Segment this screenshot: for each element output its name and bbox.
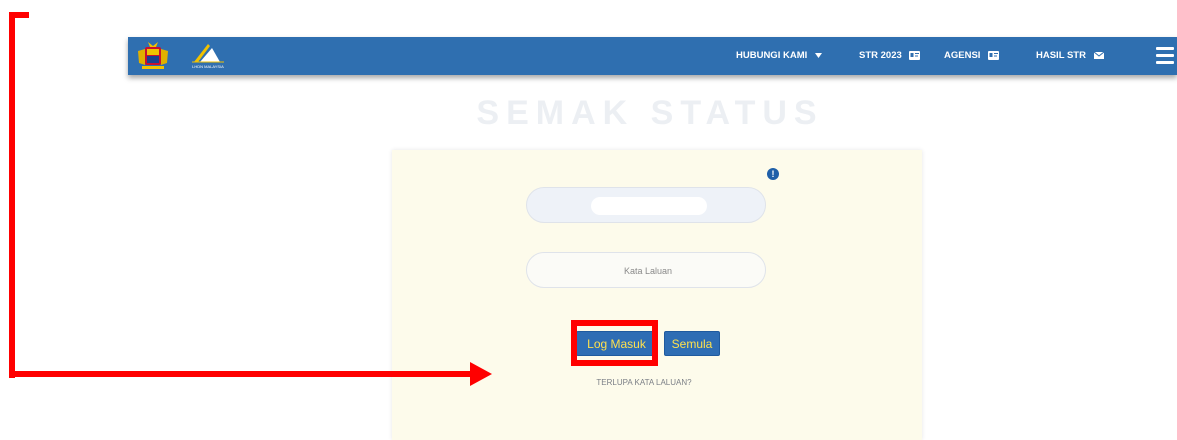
username-field[interactable] [526,187,769,224]
lhdn-logo-text: LHDN MALAYSIA [192,64,224,69]
malaysia-coat-of-arms-logo[interactable] [136,41,170,71]
nav-agensi-label: AGENSI [944,50,981,61]
nav-agensi[interactable]: AGENSI [944,37,1000,75]
info-icon[interactable]: ! [767,168,779,180]
nav-str-2023-label: STR 2023 [859,50,902,61]
top-navbar: LHDN MALAYSIA HUBUNGI KAMI STR 2023 AGEN… [128,37,1177,75]
id-card-icon [988,50,1000,60]
nav-hasil-str[interactable]: HASIL STR [1036,37,1104,75]
annotation-line-horizontal [9,371,474,377]
annotation-highlight-box [571,320,658,366]
page-title: SEMAK STATUS [476,94,824,132]
login-card: ! Log Masuk Semula TERLUPA KATA LALUAN? [392,150,922,440]
forgot-password-link[interactable]: TERLUPA KATA LALUAN? [392,378,896,387]
redacted-username-value [591,197,707,215]
annotation-arrow-head-icon [470,362,492,386]
id-card-icon [909,50,921,60]
reset-button[interactable]: Semula [664,331,720,356]
password-field[interactable] [526,252,769,289]
annotation-line-vertical [9,12,15,378]
annotation-line-top [9,12,29,18]
envelope-icon [1093,51,1104,59]
nav-hubungi-kami-label: HUBUNGI KAMI [736,50,808,61]
nav-hubungi-kami[interactable]: HUBUNGI KAMI [736,37,822,75]
nav-str-2023[interactable]: STR 2023 [859,37,921,75]
password-input[interactable] [527,253,769,289]
nav-hasil-str-label: HASIL STR [1036,50,1086,61]
lhdn-logo[interactable]: LHDN MALAYSIA [188,42,228,70]
caret-down-icon [814,52,822,58]
hamburger-menu-icon[interactable] [1156,47,1174,65]
